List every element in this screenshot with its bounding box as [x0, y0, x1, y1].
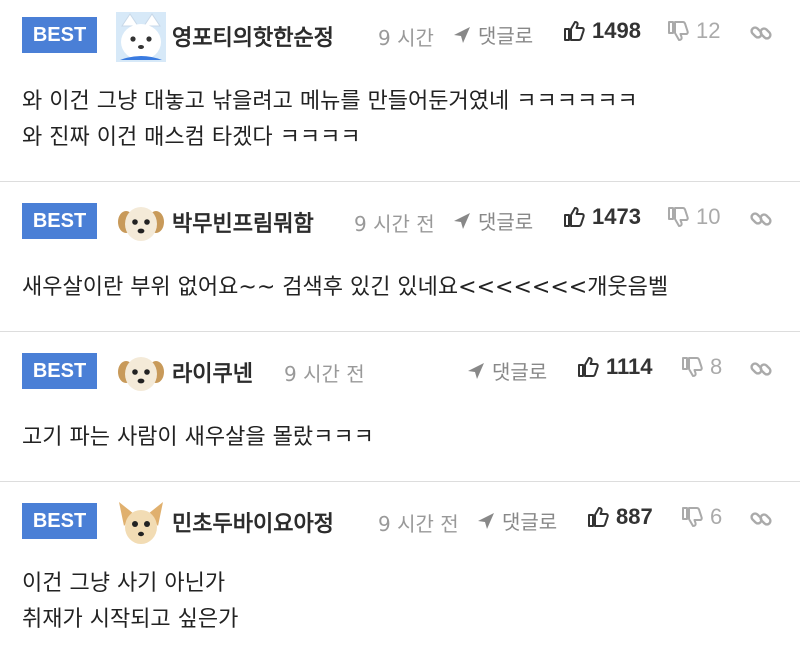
thumbs-up-icon [564, 207, 585, 227]
best-badge: BEST [22, 17, 97, 53]
comment-item: BEST 영포티의핫한순정 9 시간 전 댓글로 1498 12 [0, 0, 800, 182]
thumbs-down-icon [668, 207, 689, 227]
timestamp: 9 시간 전 [378, 26, 440, 50]
reply-label: 댓글로 [502, 510, 558, 534]
like-button[interactable]: 1114 [576, 354, 653, 380]
comment-text: 이건 그냥 사기 아닌가 취재가 시작되고 싶은가 [22, 566, 238, 638]
comment-line: 취재가 시작되고 싶은가 [22, 607, 239, 632]
chihuahua-avatar-icon[interactable] [116, 498, 166, 548]
comment-line: 와 진짜 이건 매스컴 타겠다 ㅋㅋㅋㅋ [22, 125, 361, 150]
comment-text: 고기 파는 사람이 새우살을 몰랐ㅋㅋㅋ [22, 420, 374, 456]
comment-header: BEST 박무빈프림뭐함 9 시간 전 댓글로 1473 10 [0, 182, 800, 252]
link-icon[interactable] [748, 206, 774, 232]
reply-button[interactable]: 댓글로 [476, 506, 557, 535]
best-badge: BEST [22, 503, 97, 539]
like-button[interactable]: 887 [586, 504, 653, 530]
puppy-avatar-icon[interactable] [116, 348, 166, 398]
comment-line: 와 이건 그냥 대놓고 낚을려고 메뉴를 만들어둔거였네 ㅋㅋㅋㅋㅋㅋ [22, 89, 638, 114]
dislike-count: 8 [710, 354, 723, 379]
thumbs-down-icon [682, 507, 703, 527]
timestamp: 9 시간 전 [354, 212, 435, 236]
like-count: 1473 [592, 204, 641, 229]
username[interactable]: 영포티의핫한순정 [172, 20, 334, 52]
comment-line: 고기 파는 사람이 새우살을 몰랐ㅋㅋㅋ [22, 425, 374, 450]
comment-item: BEST 라이쿠넨 9 시간 전 댓글로 1114 8 고기 파는 사람이 새우… [0, 332, 800, 482]
dislike-count: 10 [696, 204, 721, 229]
username[interactable]: 민초두바이요아정 [172, 506, 334, 538]
comment-line: 이건 그냥 사기 아닌가 [22, 571, 226, 596]
link-icon[interactable] [748, 356, 774, 382]
send-arrow-icon [454, 26, 470, 43]
comment-item: BEST 민초두바이요아정 9 시간 전 댓글로 887 6 이건 그냥 사기 … [0, 482, 800, 664]
dislike-button[interactable]: 6 [680, 504, 722, 530]
send-arrow-icon [454, 212, 470, 229]
link-icon[interactable] [748, 506, 774, 532]
thumbs-up-icon [578, 357, 599, 377]
comment-text: 새우살이란 부위 없어요~~ 검색후 있긴 있네요<<<<<<<개웃음벨 [22, 270, 668, 306]
thumbs-down-icon [668, 21, 689, 41]
reply-button[interactable]: 댓글로 [466, 356, 547, 385]
thumbs-up-icon [564, 21, 585, 41]
like-count: 887 [616, 504, 653, 529]
like-button[interactable]: 1498 [562, 18, 641, 44]
comment-header: BEST 민초두바이요아정 9 시간 전 댓글로 887 6 [0, 482, 800, 552]
reply-label: 댓글로 [478, 210, 534, 234]
comment-header: BEST 영포티의핫한순정 9 시간 전 댓글로 1498 12 [0, 0, 800, 70]
username[interactable]: 라이쿠넨 [172, 356, 253, 388]
send-arrow-icon [478, 512, 494, 529]
thumbs-up-icon [588, 507, 609, 527]
reply-label: 댓글로 [478, 24, 534, 48]
reply-label: 댓글로 [492, 360, 548, 384]
comment-text: 와 이건 그냥 대놓고 낚을려고 메뉴를 만들어둔거였네 ㅋㅋㅋㅋㅋㅋ 와 진짜… [22, 84, 638, 156]
like-button[interactable]: 1473 [562, 204, 641, 230]
timestamp: 9 시간 전 [284, 362, 365, 386]
comment-header: BEST 라이쿠넨 9 시간 전 댓글로 1114 8 [0, 332, 800, 402]
dislike-button[interactable]: 8 [680, 354, 722, 380]
dislike-count: 6 [710, 504, 723, 529]
username[interactable]: 박무빈프림뭐함 [172, 206, 314, 238]
thumbs-down-icon [682, 357, 703, 377]
link-icon[interactable] [748, 20, 774, 46]
comment-line: 새우살이란 부위 없어요~~ 검색후 있긴 있네요<<<<<<<개웃음벨 [22, 275, 669, 300]
white-dog-avatar-icon[interactable] [116, 12, 166, 62]
send-arrow-icon [468, 362, 484, 379]
puppy-avatar-icon[interactable] [116, 198, 166, 248]
dislike-button[interactable]: 10 [666, 204, 720, 230]
reply-button[interactable]: 댓글로 [452, 206, 533, 235]
dislike-count: 12 [696, 18, 721, 43]
like-count: 1114 [606, 354, 653, 379]
comment-item: BEST 박무빈프림뭐함 9 시간 전 댓글로 1473 10 새우살이란 부위… [0, 182, 800, 332]
reply-button[interactable]: 댓글로 [452, 20, 533, 49]
dislike-button[interactable]: 12 [666, 18, 720, 44]
best-badge: BEST [22, 353, 97, 389]
best-badge: BEST [22, 203, 97, 239]
like-count: 1498 [592, 18, 641, 43]
timestamp: 9 시간 전 [378, 512, 459, 536]
